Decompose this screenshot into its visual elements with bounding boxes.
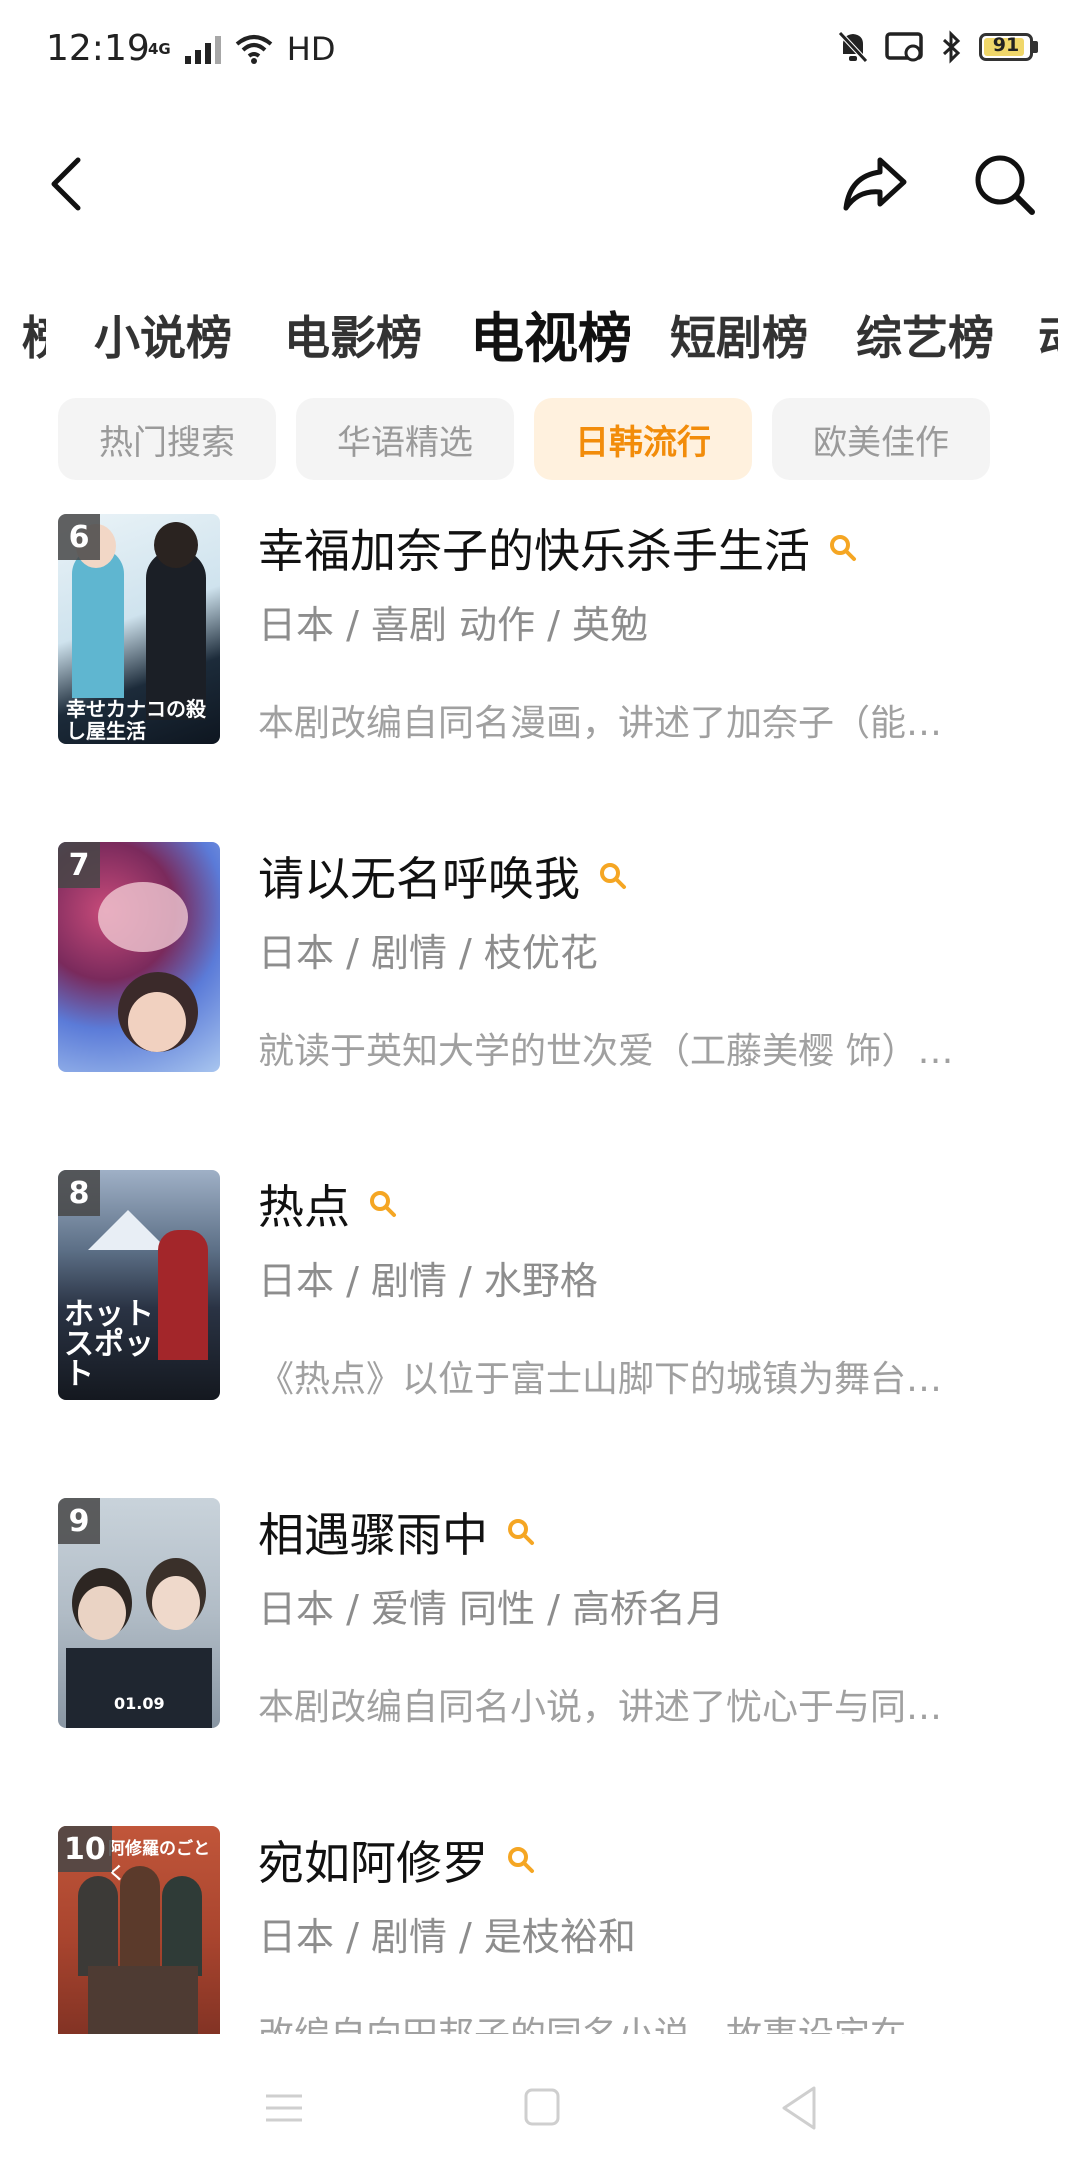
item-meta: 日本 / 剧情 / 枝优花 — [258, 931, 598, 975]
search-button[interactable] — [970, 150, 1040, 220]
filter-chips: 热门搜索 华语精选 日韩流行 欧美佳作 — [58, 398, 990, 480]
chip-japan-korea[interactable]: 日韩流行 — [534, 398, 752, 480]
rank-badge: 9 — [58, 1498, 100, 1544]
item-title: 热点 — [258, 1180, 350, 1234]
back-triangle-icon — [782, 2086, 816, 2130]
poster-image: 01.09 9 — [58, 1498, 220, 1728]
poster-caption: 01.09 — [114, 1694, 165, 1713]
search-hint-icon — [508, 1847, 534, 1873]
tab-partial-left[interactable]: 榜 — [22, 302, 46, 368]
item-title: 相遇骤雨中 — [258, 1508, 488, 1562]
item-meta: 日本 / 剧情 / 是枝裕和 — [258, 1915, 636, 1959]
share-icon — [843, 157, 907, 211]
tab-novel[interactable]: 小说榜 — [94, 302, 232, 368]
ranking-list: 幸せカナコの殺し屋生活 6 幸福加奈子的快乐杀手生活 日本 / 喜剧 动作 / … — [0, 514, 1080, 2034]
tab-variety[interactable]: 综艺榜 — [856, 302, 994, 368]
poster-image: 7 — [58, 842, 220, 1072]
item-meta: 日本 / 剧情 / 水野格 — [258, 1259, 598, 1303]
home-button[interactable] — [512, 2078, 572, 2138]
rank-badge: 8 — [58, 1170, 100, 1216]
status-right-icons: 91 — [837, 30, 1038, 64]
status-bar: 12:19 4G HD 91 — [0, 0, 1080, 100]
signal-icon — [184, 34, 221, 64]
mute-bell-icon — [838, 31, 868, 63]
network-indicators: 4G HD — [148, 30, 335, 68]
item-meta: 日本 / 喜剧 动作 / 英勉 — [258, 603, 649, 647]
poster-caption: 阿修羅のごとく — [108, 1839, 210, 1884]
rank-badge: 10 — [58, 1826, 112, 1872]
item-description: 本剧改编自同名漫画，讲述了加奈子（能… — [258, 703, 943, 744]
list-item[interactable]: 阿修羅のごとく 10 宛如阿修罗 日本 / 剧情 / 是枝裕和 改编自向田邦子的… — [0, 1826, 1080, 2034]
battery-level: 91 — [992, 34, 1020, 56]
item-description: 改编自向田邦子的同名小说，故事设定在… — [258, 2006, 1018, 2034]
screencast-icon — [885, 32, 923, 62]
item-description: 本剧改编自同名小说，讲述了忧心于与同… — [258, 1687, 943, 1728]
back-button[interactable] — [40, 152, 96, 216]
tab-partial-right[interactable]: 动 — [1038, 302, 1058, 368]
tab-tv[interactable]: 电视榜 — [470, 294, 632, 372]
bluetooth-icon — [942, 30, 961, 64]
ranking-tabs: 榜 小说榜 电影榜 电视榜 短剧榜 综艺榜 动 — [0, 292, 1080, 372]
top-app-bar — [0, 130, 1080, 240]
wifi-icon — [235, 35, 273, 64]
tab-movie[interactable]: 电影榜 — [284, 302, 422, 368]
list-item[interactable]: ホットスポット 8 热点 日本 / 剧情 / 水野格 《热点》以位于富士山脚下的… — [0, 1170, 1080, 1500]
item-description: 《热点》以位于富士山脚下的城镇为舞台… — [258, 1359, 943, 1400]
list-item[interactable]: 7 请以无名呼唤我 日本 / 剧情 / 枝优花 就读于英知大学的世次爱（工藤美樱… — [0, 842, 1080, 1172]
system-nav-bar — [0, 2060, 1080, 2160]
search-hint-icon — [508, 1519, 534, 1545]
network-type: 4G — [148, 39, 171, 58]
search-hint-icon — [830, 535, 856, 561]
home-square-icon — [524, 2088, 560, 2126]
item-title: 幸福加奈子的快乐杀手生活 — [258, 524, 810, 578]
rank-badge: 7 — [58, 842, 100, 888]
item-title: 宛如阿修罗 — [258, 1836, 488, 1890]
menu-icon — [266, 2094, 302, 2122]
poster-caption: ホットスポット — [64, 1297, 154, 1392]
chevron-left-icon — [51, 157, 81, 211]
search-hint-icon — [600, 863, 626, 889]
poster-caption: 幸せカナコの殺し屋生活 — [66, 697, 206, 743]
search-icon — [975, 155, 1035, 215]
share-button[interactable] — [840, 152, 910, 216]
battery-icon: 91 — [979, 33, 1038, 61]
poster-image: 阿修羅のごとく 10 — [58, 1826, 220, 2034]
chip-hot-search[interactable]: 热门搜索 — [58, 398, 276, 480]
nav-back-button[interactable] — [770, 2078, 830, 2138]
rank-badge: 6 — [58, 514, 100, 560]
status-time: 12:19 — [46, 28, 150, 69]
poster-image: ホットスポット 8 — [58, 1170, 220, 1400]
item-title: 请以无名呼唤我 — [258, 852, 580, 906]
search-hint-icon — [370, 1191, 396, 1217]
list-item[interactable]: 01.09 9 相遇骤雨中 日本 / 爱情 同性 / 高桥名月 本剧改编自同名小… — [0, 1498, 1080, 1828]
poster-image: 幸せカナコの殺し屋生活 6 — [58, 514, 220, 744]
menu-button[interactable] — [254, 2078, 314, 2138]
hd-label: HD — [286, 30, 336, 68]
chip-chinese[interactable]: 华语精选 — [296, 398, 514, 480]
item-meta: 日本 / 爱情 同性 / 高桥名月 — [258, 1587, 725, 1631]
item-description: 就读于英知大学的世次爱（工藤美樱 饰）… — [258, 1031, 954, 1072]
list-item[interactable]: 幸せカナコの殺し屋生活 6 幸福加奈子的快乐杀手生活 日本 / 喜剧 动作 / … — [0, 514, 1080, 844]
tab-short-drama[interactable]: 短剧榜 — [670, 302, 808, 368]
chip-western[interactable]: 欧美佳作 — [772, 398, 990, 480]
